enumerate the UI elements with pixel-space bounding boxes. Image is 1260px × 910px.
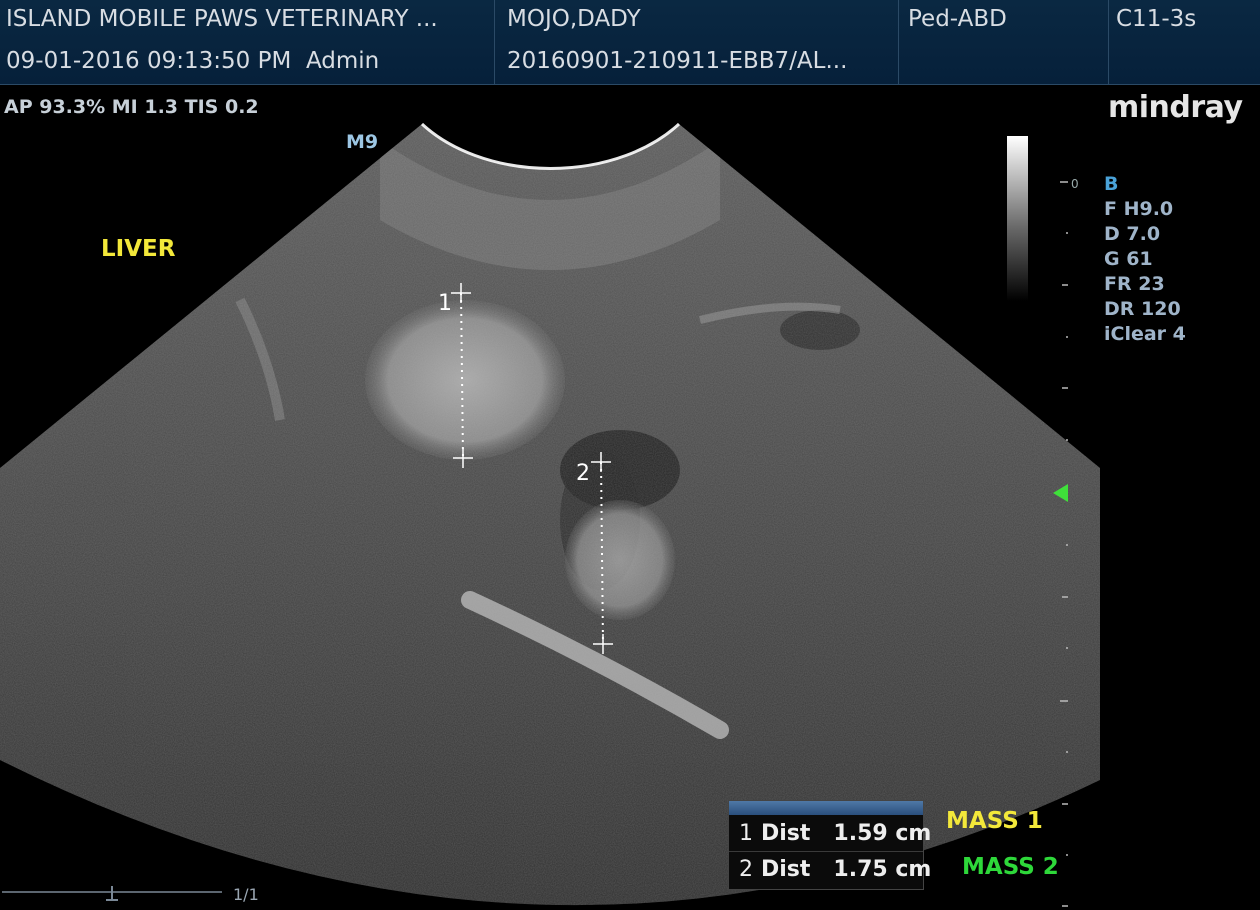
measurement-2-type: Dist: [761, 857, 811, 882]
cine-page-indicator: 1/1: [233, 885, 259, 904]
param-depth: D 7.0: [1104, 223, 1161, 245]
param-frequency: F H9.0: [1104, 198, 1174, 220]
measurement-row-1: 1 Dist 1.59 cm: [739, 821, 931, 846]
results-divider: [729, 851, 923, 852]
caliper-1-label: 1: [438, 291, 452, 316]
organ-annotation: LIVER: [101, 236, 176, 262]
param-mode: B: [1104, 173, 1119, 195]
measurement-results-box[interactable]: 1 Dist 1.59 cm 2 Dist 1.75 cm: [728, 800, 931, 890]
results-title-bar: [729, 801, 923, 815]
param-iclear: iClear 4: [1104, 323, 1186, 345]
cine-progress-bar[interactable]: [2, 886, 222, 901]
mass-1-annotation: MASS 1: [946, 808, 1043, 834]
scan-sector: [0, 124, 1100, 906]
measurement-2-value: 1.75 cm: [833, 857, 932, 882]
param-gain: G 61: [1104, 248, 1153, 270]
measurement-1-type: Dist: [761, 821, 811, 846]
param-frame-rate: FR 23: [1104, 273, 1165, 295]
mass-2-annotation: MASS 2: [962, 854, 1059, 880]
measurement-1-value: 1.59 cm: [833, 821, 932, 846]
depth-zero-label: 0: [1071, 177, 1079, 191]
imaging-parameters: B F H9.0 D 7.0 G 61 FR 23 DR 120 iClear …: [1104, 172, 1186, 347]
param-dynamic-range: DR 120: [1104, 298, 1181, 320]
measurement-row-2: 2 Dist 1.75 cm: [739, 857, 931, 882]
measurement-2-index: 2: [739, 857, 753, 882]
orientation-marker: M9: [346, 131, 378, 153]
measurement-1-index: 1: [739, 821, 753, 846]
ultrasound-image[interactable]: 1 2 M9 0: [0, 0, 1260, 910]
caliper-2-label: 2: [576, 461, 590, 486]
grayscale-map-bar: [1007, 136, 1028, 301]
